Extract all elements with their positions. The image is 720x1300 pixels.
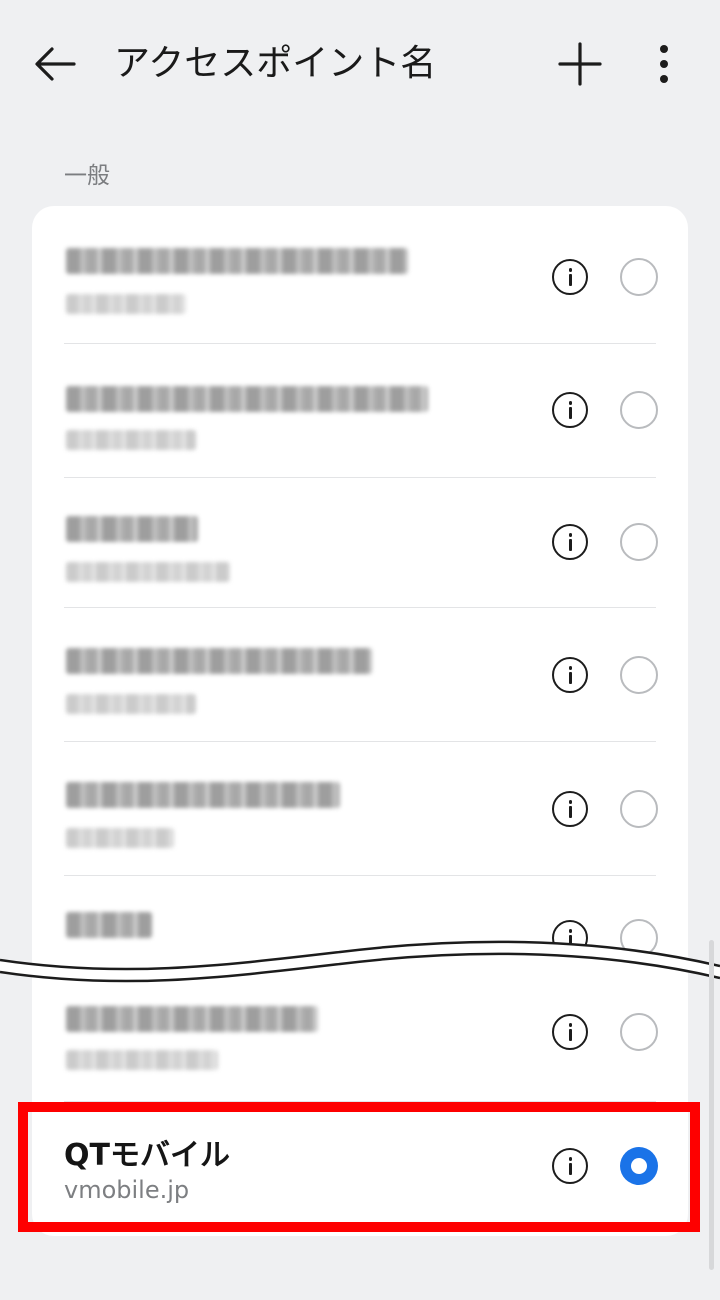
apn-name-obscured: [66, 1006, 318, 1032]
apn-radio[interactable]: [620, 523, 658, 561]
info-icon[interactable]: [552, 524, 588, 560]
apn-value-obscured: [66, 828, 174, 848]
highlight-annotation: [18, 1102, 700, 1232]
section-label-general: 一般: [64, 163, 110, 189]
info-icon[interactable]: [552, 1014, 588, 1050]
add-apn-button[interactable]: [556, 40, 604, 88]
info-icon[interactable]: [552, 259, 588, 295]
apn-value-obscured: [66, 1050, 218, 1070]
apn-name-obscured: [66, 516, 198, 542]
apn-name-obscured: [66, 782, 340, 808]
info-icon[interactable]: [552, 791, 588, 827]
apn-list-card: QTモバイル vmobile.jp: [32, 206, 688, 1236]
plus-icon: [558, 42, 602, 86]
apn-row[interactable]: [32, 206, 688, 344]
back-button[interactable]: [30, 40, 82, 88]
info-icon[interactable]: [552, 657, 588, 693]
wave-break-decoration: [0, 940, 720, 983]
apn-value-obscured: [66, 562, 230, 582]
apn-radio[interactable]: [620, 1013, 658, 1051]
apn-value-obscured: [66, 694, 196, 714]
apn-radio[interactable]: [620, 391, 658, 429]
apn-row[interactable]: [32, 478, 688, 608]
more-vertical-icon: [660, 45, 668, 83]
more-options-button[interactable]: [644, 40, 684, 88]
arrow-left-icon: [35, 47, 76, 81]
apn-name-obscured: [66, 386, 428, 412]
apn-row[interactable]: [32, 344, 688, 478]
apn-value-obscured: [66, 430, 196, 450]
info-icon[interactable]: [552, 392, 588, 428]
apn-value-obscured: [66, 294, 186, 314]
apn-row[interactable]: [32, 608, 688, 742]
apn-name-obscured: [66, 248, 408, 274]
apn-radio[interactable]: [620, 258, 658, 296]
app-bar: アクセスポイント名: [0, 0, 720, 128]
apn-radio[interactable]: [620, 656, 658, 694]
scrollbar[interactable]: [709, 940, 714, 1270]
apn-radio[interactable]: [620, 790, 658, 828]
apn-name-obscured: [66, 648, 372, 674]
page-title: アクセスポイント名: [114, 43, 437, 84]
apn-row[interactable]: [32, 742, 688, 876]
